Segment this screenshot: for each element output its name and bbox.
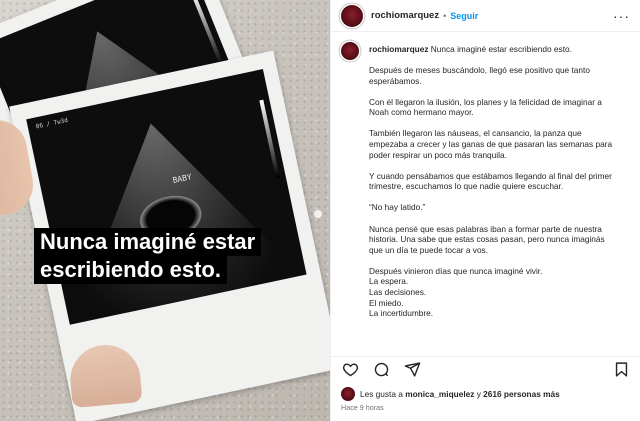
caption-paragraph: Después de meses buscándolo, llegó ese p… [369, 65, 590, 86]
more-options-icon[interactable]: ··· [613, 8, 630, 24]
caption-username[interactable]: rochiomarquez [369, 44, 428, 54]
overlay-line-1: Nunca imaginé estar [34, 228, 262, 256]
caption-paragraph: Nunca pensé que esas palabras iban a for… [369, 223, 605, 255]
liker-username[interactable]: monica_miquelez [405, 389, 474, 399]
caption-paragraph: Con él llegaron la ilusión, los planes y… [369, 96, 602, 118]
action-bar [331, 356, 640, 382]
carousel-next-indicator[interactable] [314, 210, 322, 218]
caption-paragraph: “No hay latido.” [369, 202, 426, 213]
likes-prefix: Les gusta a [360, 389, 403, 399]
caption-first-line: Nunca imaginé estar escribiendo esto. [430, 44, 572, 54]
post-media[interactable]: 06 / 7w3d BABY Nunca imaginé estar escri… [0, 0, 330, 421]
post-panel: rochiomarquez • Seguir ··· rochiomarquez… [330, 0, 640, 421]
follow-button[interactable]: Seguir [450, 11, 478, 21]
overlay-line-2: escribiendo esto. [34, 256, 227, 284]
liker-avatar[interactable] [341, 387, 355, 401]
likes-count[interactable]: 2616 personas más [483, 389, 560, 399]
caption-paragraph: Después vinieron días que nunca imaginé … [369, 265, 543, 276]
caption-row: rochiomarquez Nunca imaginé estar escrib… [341, 42, 630, 319]
caption-list-line: El miedo. [369, 297, 404, 308]
ultrasound-scan-front: 06 / 7w3d BABY [26, 69, 307, 325]
header-username[interactable]: rochiomarquez [371, 10, 439, 21]
media-overlay-text: Nunca imaginé estar escribiendo esto. [34, 228, 298, 284]
post-timestamp[interactable]: Hace 9 horas [341, 403, 384, 412]
caption-body: rochiomarquez Nunca imaginé estar escrib… [369, 42, 619, 319]
header-separator: • [443, 10, 447, 21]
comment-icon[interactable] [370, 359, 392, 381]
caption-paragraph: También llegaron las náuseas, el cansanc… [369, 128, 613, 160]
avatar[interactable] [341, 4, 363, 27]
heart-icon[interactable] [339, 359, 361, 381]
likes-summary: Les gusta a monica_miquelez y 2616 perso… [341, 387, 560, 401]
caption-list-line: La incertidumbre. [369, 308, 434, 319]
caption-avatar[interactable] [341, 42, 359, 60]
caption-list-line: La espera. [369, 276, 409, 287]
caption-list-line: Las decisiones. [369, 287, 427, 297]
share-icon[interactable] [401, 359, 423, 381]
caption-area: rochiomarquez Nunca imaginé estar escrib… [331, 36, 640, 352]
post-header: rochiomarquez • Seguir ··· [331, 0, 640, 32]
likes-conjunction: y [476, 389, 481, 399]
bookmark-icon[interactable] [610, 359, 632, 381]
scan-age-label: 06 / 7w3d [35, 116, 69, 131]
caption-paragraph: Y cuando pensábamos que estábamos llegan… [369, 170, 612, 192]
